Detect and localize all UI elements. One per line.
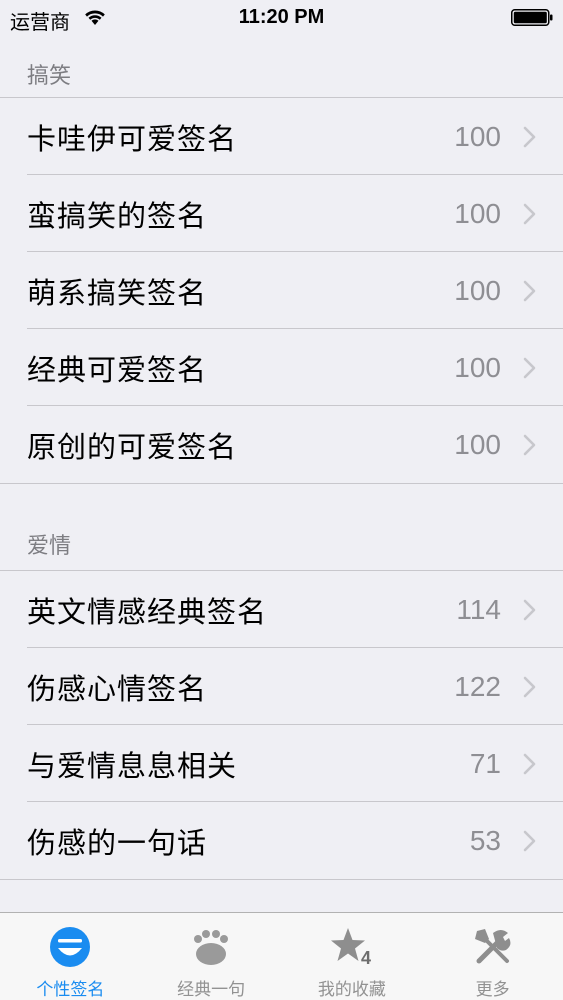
row-count: 53 xyxy=(469,824,501,856)
paw-icon xyxy=(194,930,229,965)
tab-more[interactable]: 更多 xyxy=(422,913,563,1000)
row-label: 蛮搞笑的签名 xyxy=(27,198,208,233)
table-row[interactable]: 与爱情息息相关 71 xyxy=(0,725,563,802)
chevron-right-icon xyxy=(523,753,536,774)
row-label: 卡哇伊可爱签名 xyxy=(27,121,238,156)
chevron-right-icon xyxy=(523,203,536,224)
section-header-funny: 搞笑 xyxy=(27,64,72,89)
table-row[interactable]: 经典可爱签名 100 xyxy=(0,329,563,406)
row-count: 122 xyxy=(454,670,501,702)
table-row[interactable]: 伤感心情签名 122 xyxy=(0,648,563,725)
row-label: 与爱情息息相关 xyxy=(27,748,238,783)
chevron-right-icon xyxy=(523,280,536,301)
table-row[interactable]: 卡哇伊可爱签名 100 xyxy=(0,98,563,175)
chevron-right-icon xyxy=(523,434,536,455)
status-time: 11:20 PM xyxy=(238,6,325,28)
battery-icon xyxy=(511,9,553,26)
row-label: 伤感心情签名 xyxy=(27,671,208,706)
star-icon: 4 xyxy=(330,928,371,968)
row-count: 114 xyxy=(456,593,501,625)
tab-label: 经典一句 xyxy=(177,980,246,1000)
tab-signature[interactable]: 个性签名 xyxy=(0,913,141,1000)
row-count: 71 xyxy=(469,747,501,779)
chevron-right-icon xyxy=(523,676,536,697)
section-love: 英文情感经典签名 114 伤感心情签名 122 与爱情息息相关 71 伤感的一句… xyxy=(0,570,563,880)
chevron-right-icon xyxy=(523,357,536,378)
row-count: 100 xyxy=(454,197,501,229)
status-bar: 运营商 11:20 PM xyxy=(0,0,563,38)
table-row[interactable]: 蛮搞笑的签名 100 xyxy=(0,175,563,252)
row-label: 原创的可爱签名 xyxy=(27,429,238,464)
row-count: 100 xyxy=(454,120,501,152)
row-count: 100 xyxy=(454,274,501,306)
table-row[interactable]: 伤感的一句话 53 xyxy=(0,802,563,879)
tab-bar: 个性签名 经典一句 4 我的收藏 更多 xyxy=(0,912,563,1000)
row-label: 伤感的一句话 xyxy=(27,825,208,860)
tab-classic[interactable]: 经典一句 xyxy=(141,913,282,1000)
smiley-icon xyxy=(50,927,91,967)
row-count: 100 xyxy=(454,351,501,383)
row-label: 萌系搞笑签名 xyxy=(27,275,208,310)
row-label: 英文情感经典签名 xyxy=(27,594,268,629)
tab-badge: 4 xyxy=(361,948,371,968)
app-screen: 运营商 11:20 PM 搞笑 卡哇伊可爱签名 100 蛮搞笑的签名 100 萌… xyxy=(0,0,563,1000)
tab-favorites[interactable]: 4 我的收藏 xyxy=(282,913,423,1000)
table-row[interactable]: 原创的可爱签名 100 xyxy=(0,406,563,483)
section-funny: 卡哇伊可爱签名 100 蛮搞笑的签名 100 萌系搞笑签名 100 经典可爱签名… xyxy=(0,97,563,484)
row-label: 经典可爱签名 xyxy=(27,352,208,387)
tab-label: 我的收藏 xyxy=(317,980,386,1000)
table-view[interactable]: 搞笑 卡哇伊可爱签名 100 蛮搞笑的签名 100 萌系搞笑签名 100 经典可… xyxy=(0,38,563,912)
chevron-right-icon xyxy=(523,599,536,620)
table-row[interactable]: 英文情感经典签名 114 xyxy=(0,571,563,648)
chevron-right-icon xyxy=(523,830,536,851)
section-header-love: 爱情 xyxy=(27,534,72,559)
tools-icon xyxy=(474,929,511,964)
row-count: 100 xyxy=(454,428,501,460)
chevron-right-icon xyxy=(523,126,536,147)
table-row[interactable]: 萌系搞笑签名 100 xyxy=(0,252,563,329)
tab-label: 个性签名 xyxy=(36,980,105,1000)
tab-label: 更多 xyxy=(475,980,510,1000)
